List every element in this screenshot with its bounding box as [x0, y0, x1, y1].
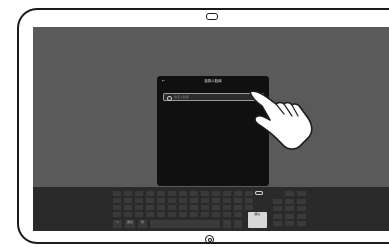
numpad-key[interactable] [285, 198, 294, 204]
keyboard-key[interactable] [157, 198, 165, 203]
keyboard-key[interactable] [146, 212, 154, 217]
on-screen-keyboard: ▭ 英文 符 , . 确认 [33, 187, 389, 231]
key-period[interactable]: . [234, 220, 242, 228]
hand-pointer-icon [249, 90, 313, 150]
keyboard-key[interactable] [223, 205, 231, 210]
keyboard-key[interactable] [157, 191, 165, 196]
confirm-key[interactable]: 确认 [248, 212, 267, 228]
numpad-key[interactable] [297, 213, 306, 219]
dialog-title: 选择人脸库 [204, 79, 222, 83]
keyboard-key[interactable] [179, 205, 187, 210]
camera-icon [206, 13, 218, 20]
keyboard-key[interactable] [212, 205, 220, 210]
keyboard-key[interactable] [168, 205, 176, 210]
keyboard-key[interactable] [168, 212, 176, 217]
keyboard-key[interactable] [146, 205, 154, 210]
keyboard-key[interactable] [168, 198, 176, 203]
numpad-key[interactable] [273, 198, 282, 204]
search-placeholder: 搜索人脸库 [174, 95, 190, 99]
keyboard-key[interactable] [201, 212, 209, 217]
numpad-key[interactable] [297, 191, 306, 196]
keyboard-key[interactable] [234, 212, 242, 217]
toggle-icon[interactable] [255, 191, 263, 195]
numpad-key[interactable] [273, 206, 282, 211]
keyboard-key[interactable] [157, 212, 165, 217]
keyboard-key[interactable] [212, 191, 220, 196]
search-icon [167, 95, 172, 101]
keyboard-key[interactable] [223, 191, 231, 196]
keyboard-key[interactable] [124, 191, 132, 196]
keyboard-key[interactable] [146, 191, 154, 196]
keyboard-key[interactable] [135, 205, 143, 210]
screen: ← 选择人脸库 搜索人脸库 ▭ 英文 符 , . 确认 [33, 27, 389, 231]
keyboard-key[interactable] [179, 212, 187, 217]
keyboard-key[interactable] [245, 198, 253, 203]
keyboard-key[interactable] [234, 191, 242, 196]
keyboard-icon[interactable]: ▭ [113, 220, 122, 228]
keyboard-key[interactable] [113, 198, 121, 203]
numpad-key[interactable] [273, 221, 282, 226]
key-comma[interactable]: , [223, 220, 231, 228]
keyboard-key[interactable] [223, 198, 231, 203]
numpad-key[interactable] [297, 198, 306, 204]
dialog-header: ← 选择人脸库 [157, 76, 269, 88]
keyboard-key[interactable] [135, 212, 143, 217]
key-space[interactable] [150, 220, 220, 228]
home-button-icon[interactable] [205, 235, 214, 244]
keyboard-key[interactable] [190, 198, 198, 203]
keyboard-key[interactable] [113, 212, 121, 217]
keyboard-key[interactable] [135, 198, 143, 203]
keyboard-key[interactable] [201, 191, 209, 196]
keyboard-key[interactable] [234, 198, 242, 203]
keyboard-key[interactable] [124, 205, 132, 210]
keyboard-key[interactable] [212, 212, 220, 217]
numpad-key[interactable] [297, 221, 306, 226]
keyboard-key[interactable] [124, 212, 132, 217]
numpad-key[interactable] [285, 213, 294, 219]
keyboard-key[interactable] [179, 191, 187, 196]
keyboard-key[interactable] [245, 191, 253, 196]
keyboard-key[interactable] [190, 205, 198, 210]
numpad-key[interactable] [285, 206, 294, 211]
keyboard-key[interactable] [190, 212, 198, 217]
keyboard-key[interactable] [124, 198, 132, 203]
keyboard-key[interactable] [146, 198, 154, 203]
keyboard-key[interactable] [113, 191, 121, 196]
keyboard-key[interactable] [212, 198, 220, 203]
keyboard-key[interactable] [135, 191, 143, 196]
numpad-key[interactable] [285, 221, 294, 226]
keyboard-key[interactable] [234, 205, 242, 210]
key-symbols[interactable]: 符 [138, 220, 147, 228]
numpad-key[interactable] [297, 206, 306, 211]
keyboard-key[interactable] [245, 205, 253, 210]
keyboard-key[interactable] [157, 205, 165, 210]
keyboard-key[interactable] [190, 191, 198, 196]
keyboard-key[interactable] [113, 205, 121, 210]
keyboard-key[interactable] [179, 198, 187, 203]
keyboard-key[interactable] [201, 205, 209, 210]
numpad-key[interactable] [273, 213, 282, 219]
keyboard-key[interactable] [168, 191, 176, 196]
key-english[interactable]: 英文 [125, 220, 135, 228]
keyboard-key[interactable] [223, 212, 231, 217]
numpad-key[interactable] [285, 191, 294, 196]
keyboard-key[interactable] [201, 198, 209, 203]
